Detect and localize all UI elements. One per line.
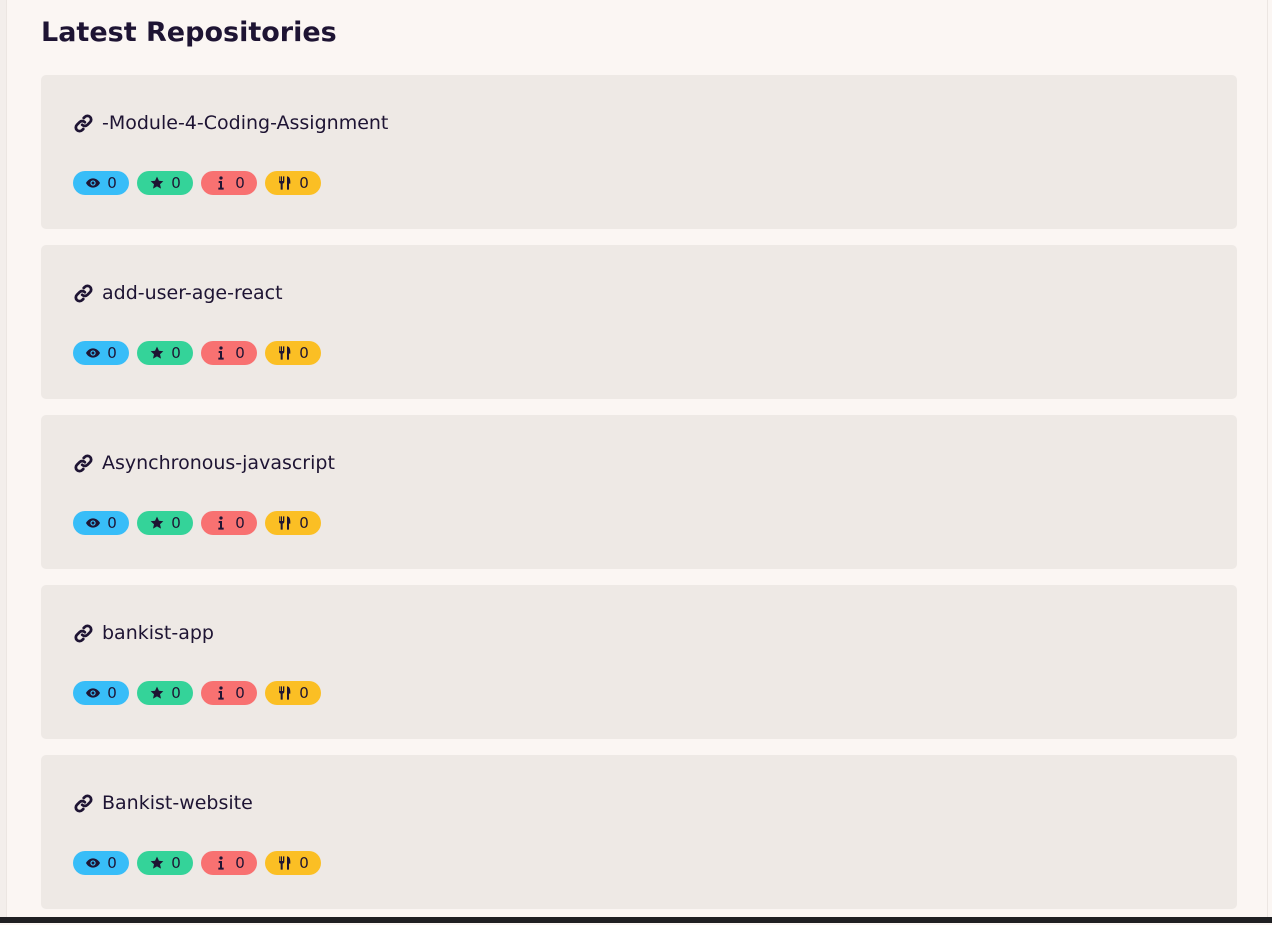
issues-badge: 0 (201, 171, 257, 195)
issues-badge: 0 (201, 851, 257, 875)
forks-count: 0 (299, 174, 309, 192)
issues-count: 0 (235, 344, 245, 362)
link-icon (73, 623, 94, 644)
eye-icon (85, 685, 101, 701)
info-icon (213, 345, 229, 361)
stars-badge: 0 (137, 171, 193, 195)
forks-badge: 0 (265, 341, 321, 365)
repo-link[interactable]: Asynchronous-javascript (73, 451, 335, 475)
stars-count: 0 (171, 854, 181, 872)
page-title: Latest Repositories (41, 17, 337, 48)
eye-icon (85, 515, 101, 531)
eye-icon (85, 855, 101, 871)
link-icon (73, 453, 94, 474)
star-icon (149, 855, 165, 871)
repo-name[interactable]: add-user-age-react (102, 282, 283, 304)
repositories-page: Latest Repositories -Module-4-Coding-Ass… (6, 0, 1268, 917)
watchers-badge: 0 (73, 511, 129, 535)
forks-count: 0 (299, 344, 309, 362)
stars-count: 0 (171, 684, 181, 702)
repo-link[interactable]: add-user-age-react (73, 281, 283, 305)
issues-badge: 0 (201, 511, 257, 535)
info-icon (213, 175, 229, 191)
repo-card: add-user-age-react 0 0 0 0 (41, 245, 1237, 399)
repo-link[interactable]: Bankist-website (73, 791, 253, 815)
watchers-count: 0 (107, 514, 117, 532)
link-icon (73, 793, 94, 814)
repo-name[interactable]: bankist-app (102, 622, 214, 644)
forks-badge: 0 (265, 511, 321, 535)
repo-card: Bankist-website 0 0 0 0 (41, 755, 1237, 909)
watchers-badge: 0 (73, 171, 129, 195)
watchers-count: 0 (107, 684, 117, 702)
forks-count: 0 (299, 684, 309, 702)
repo-card: bankist-app 0 0 0 0 (41, 585, 1237, 739)
eye-icon (85, 175, 101, 191)
info-icon (213, 515, 229, 531)
eye-icon (85, 345, 101, 361)
fork-icon (277, 175, 293, 191)
repo-name[interactable]: -Module-4-Coding-Assignment (102, 112, 388, 134)
issues-count: 0 (235, 514, 245, 532)
forks-badge: 0 (265, 681, 321, 705)
star-icon (149, 685, 165, 701)
forks-count: 0 (299, 514, 309, 532)
issues-badge: 0 (201, 341, 257, 365)
repo-name[interactable]: Asynchronous-javascript (102, 452, 335, 474)
repository-list: -Module-4-Coding-Assignment 0 0 0 0 add-… (41, 75, 1237, 925)
repo-stats: 0 0 0 0 (73, 681, 321, 705)
repo-link[interactable]: bankist-app (73, 621, 214, 645)
watchers-badge: 0 (73, 341, 129, 365)
link-icon (73, 283, 94, 304)
stars-count: 0 (171, 344, 181, 362)
watchers-count: 0 (107, 854, 117, 872)
stars-badge: 0 (137, 341, 193, 365)
fork-icon (277, 345, 293, 361)
stars-count: 0 (171, 174, 181, 192)
repo-stats: 0 0 0 0 (73, 851, 321, 875)
info-icon (213, 855, 229, 871)
forks-badge: 0 (265, 851, 321, 875)
repo-card: Asynchronous-javascript 0 0 0 0 (41, 415, 1237, 569)
repo-stats: 0 0 0 0 (73, 171, 321, 195)
watchers-badge: 0 (73, 851, 129, 875)
bottom-edge (0, 917, 1272, 923)
stars-badge: 0 (137, 511, 193, 535)
watchers-count: 0 (107, 174, 117, 192)
stars-badge: 0 (137, 681, 193, 705)
fork-icon (277, 515, 293, 531)
link-icon (73, 113, 94, 134)
fork-icon (277, 685, 293, 701)
repo-stats: 0 0 0 0 (73, 511, 321, 535)
repo-stats: 0 0 0 0 (73, 341, 321, 365)
watchers-badge: 0 (73, 681, 129, 705)
star-icon (149, 515, 165, 531)
forks-count: 0 (299, 854, 309, 872)
forks-badge: 0 (265, 171, 321, 195)
issues-count: 0 (235, 684, 245, 702)
fork-icon (277, 855, 293, 871)
info-icon (213, 685, 229, 701)
stars-badge: 0 (137, 851, 193, 875)
watchers-count: 0 (107, 344, 117, 362)
repo-card: -Module-4-Coding-Assignment 0 0 0 0 (41, 75, 1237, 229)
star-icon (149, 345, 165, 361)
issues-count: 0 (235, 174, 245, 192)
repo-name[interactable]: Bankist-website (102, 792, 253, 814)
issues-badge: 0 (201, 681, 257, 705)
stars-count: 0 (171, 514, 181, 532)
repo-link[interactable]: -Module-4-Coding-Assignment (73, 111, 388, 135)
star-icon (149, 175, 165, 191)
issues-count: 0 (235, 854, 245, 872)
